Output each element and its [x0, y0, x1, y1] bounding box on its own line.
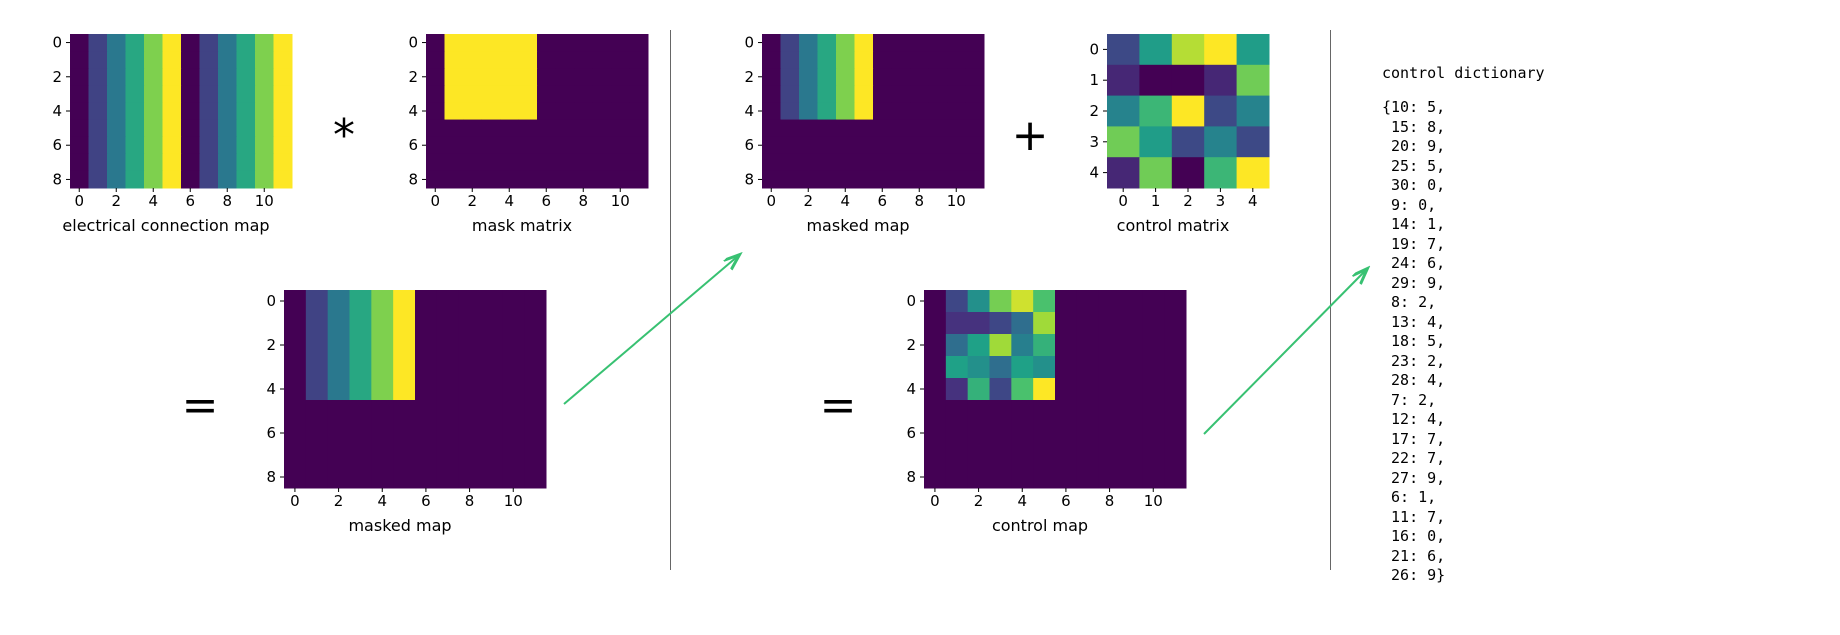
svg-text:0: 0: [52, 34, 62, 52]
heatmap-control_map: 0 2 4 6 8 10 0 2 4 6 8: [890, 286, 1190, 538]
operator-eq-1: =: [180, 380, 220, 431]
svg-text:6: 6: [185, 192, 195, 210]
svg-text:3: 3: [1216, 192, 1226, 210]
svg-text:8: 8: [906, 468, 916, 486]
svg-text:8: 8: [1105, 492, 1115, 510]
svg-text:10: 10: [947, 192, 966, 210]
heatmap-ecm: 0 2 4 6 8 10 0 2 4 6 8: [36, 30, 296, 238]
svg-text:2: 2: [266, 336, 276, 354]
svg-text:0: 0: [430, 192, 440, 210]
svg-text:4: 4: [52, 102, 62, 120]
svg-text:4: 4: [504, 192, 514, 210]
svg-text:6: 6: [1061, 492, 1071, 510]
svg-text:2: 2: [52, 68, 62, 86]
control-dictionary: {10: 5, 15: 8, 20: 9, 25: 5, 30: 0, 9: 0…: [1382, 98, 1445, 586]
svg-text:1: 1: [1151, 192, 1161, 210]
svg-text:0: 0: [744, 34, 754, 52]
svg-text:8: 8: [465, 492, 475, 510]
heatmap-masked_map_big: 0 2 4 6 8 10 0 2 4 6 8: [250, 286, 550, 538]
svg-text:4: 4: [840, 192, 850, 210]
svg-text:4: 4: [1248, 192, 1258, 210]
svg-text:10: 10: [1144, 492, 1163, 510]
svg-text:3: 3: [1089, 133, 1099, 151]
svg-text:0: 0: [408, 34, 418, 52]
svg-text:4: 4: [148, 192, 158, 210]
svg-text:8: 8: [408, 170, 418, 188]
heatmap-control_matrix: 0 1 2 3 4 0 1 2 3 4: [1073, 30, 1273, 238]
svg-text:10: 10: [611, 192, 630, 210]
svg-text:2: 2: [906, 336, 916, 354]
plot-ecm: 0 2 4 6 8 10 0 2 4 6 8 electrical connection map: [36, 30, 296, 238]
svg-text:4: 4: [266, 380, 276, 398]
svg-text:0: 0: [766, 192, 776, 210]
svg-text:4: 4: [906, 380, 916, 398]
svg-text:6: 6: [744, 136, 754, 154]
svg-text:8: 8: [744, 170, 754, 188]
svg-text:2: 2: [803, 192, 813, 210]
svg-text:2: 2: [1183, 192, 1193, 210]
plot-title-mask: mask matrix: [392, 216, 652, 235]
plot-mask: 0 2 4 6 8 10 0 2 4 6 8 mask matrix: [392, 30, 652, 238]
svg-text:10: 10: [255, 192, 274, 210]
svg-text:6: 6: [541, 192, 551, 210]
plot-title-control_matrix: control matrix: [1073, 216, 1273, 235]
svg-text:0: 0: [290, 492, 300, 510]
svg-text:10: 10: [504, 492, 523, 510]
svg-text:6: 6: [421, 492, 431, 510]
operator-plus: +: [1010, 110, 1050, 161]
svg-text:0: 0: [1118, 192, 1128, 210]
svg-text:6: 6: [266, 424, 276, 442]
heatmap-masked_map_small: 0 2 4 6 8 10 0 2 4 6 8: [728, 30, 988, 238]
svg-text:2: 2: [744, 68, 754, 86]
svg-text:2: 2: [467, 192, 477, 210]
plot-title-masked_map_big: masked map: [250, 516, 550, 535]
svg-text:8: 8: [52, 170, 62, 188]
plot-masked_map_big: 0 2 4 6 8 10 0 2 4 6 8 masked map: [250, 286, 550, 538]
svg-text:2: 2: [334, 492, 344, 510]
svg-text:4: 4: [408, 102, 418, 120]
plot-control_matrix: 0 1 2 3 4 0 1 2 3 4 control matrix: [1073, 30, 1273, 238]
svg-text:4: 4: [1017, 492, 1027, 510]
svg-text:8: 8: [266, 468, 276, 486]
svg-text:4: 4: [744, 102, 754, 120]
svg-text:2: 2: [111, 192, 121, 210]
svg-text:8: 8: [578, 192, 588, 210]
svg-text:4: 4: [377, 492, 387, 510]
svg-text:2: 2: [408, 68, 418, 86]
arrow-1: [554, 246, 748, 414]
plot-title-control_map: control map: [890, 516, 1190, 535]
svg-text:6: 6: [408, 136, 418, 154]
svg-text:0: 0: [906, 292, 916, 310]
operator-eq-2: =: [818, 380, 858, 431]
svg-text:0: 0: [74, 192, 84, 210]
svg-text:4: 4: [1089, 164, 1099, 182]
svg-text:0: 0: [266, 292, 276, 310]
svg-text:8: 8: [222, 192, 232, 210]
svg-text:0: 0: [1089, 40, 1099, 58]
plot-control_map: 0 2 4 6 8 10 0 2 4 6 8 control map: [890, 286, 1190, 538]
heatmap-mask: 0 2 4 6 8 10 0 2 4 6 8: [392, 30, 652, 238]
plot-title-masked_map_small: masked map: [728, 216, 988, 235]
svg-text:2: 2: [974, 492, 984, 510]
plot-masked_map_small: 0 2 4 6 8 10 0 2 4 6 8 masked map: [728, 30, 988, 238]
svg-text:1: 1: [1089, 71, 1099, 89]
operator-times: *: [324, 110, 364, 161]
arrow-2: [1194, 260, 1376, 444]
svg-text:2: 2: [1089, 102, 1099, 120]
svg-text:6: 6: [906, 424, 916, 442]
svg-text:6: 6: [877, 192, 887, 210]
plot-title-ecm: electrical connection map: [36, 216, 296, 235]
svg-text:8: 8: [914, 192, 924, 210]
svg-text:0: 0: [930, 492, 940, 510]
svg-text:6: 6: [52, 136, 62, 154]
dict-title: control dictionary: [1382, 64, 1545, 82]
